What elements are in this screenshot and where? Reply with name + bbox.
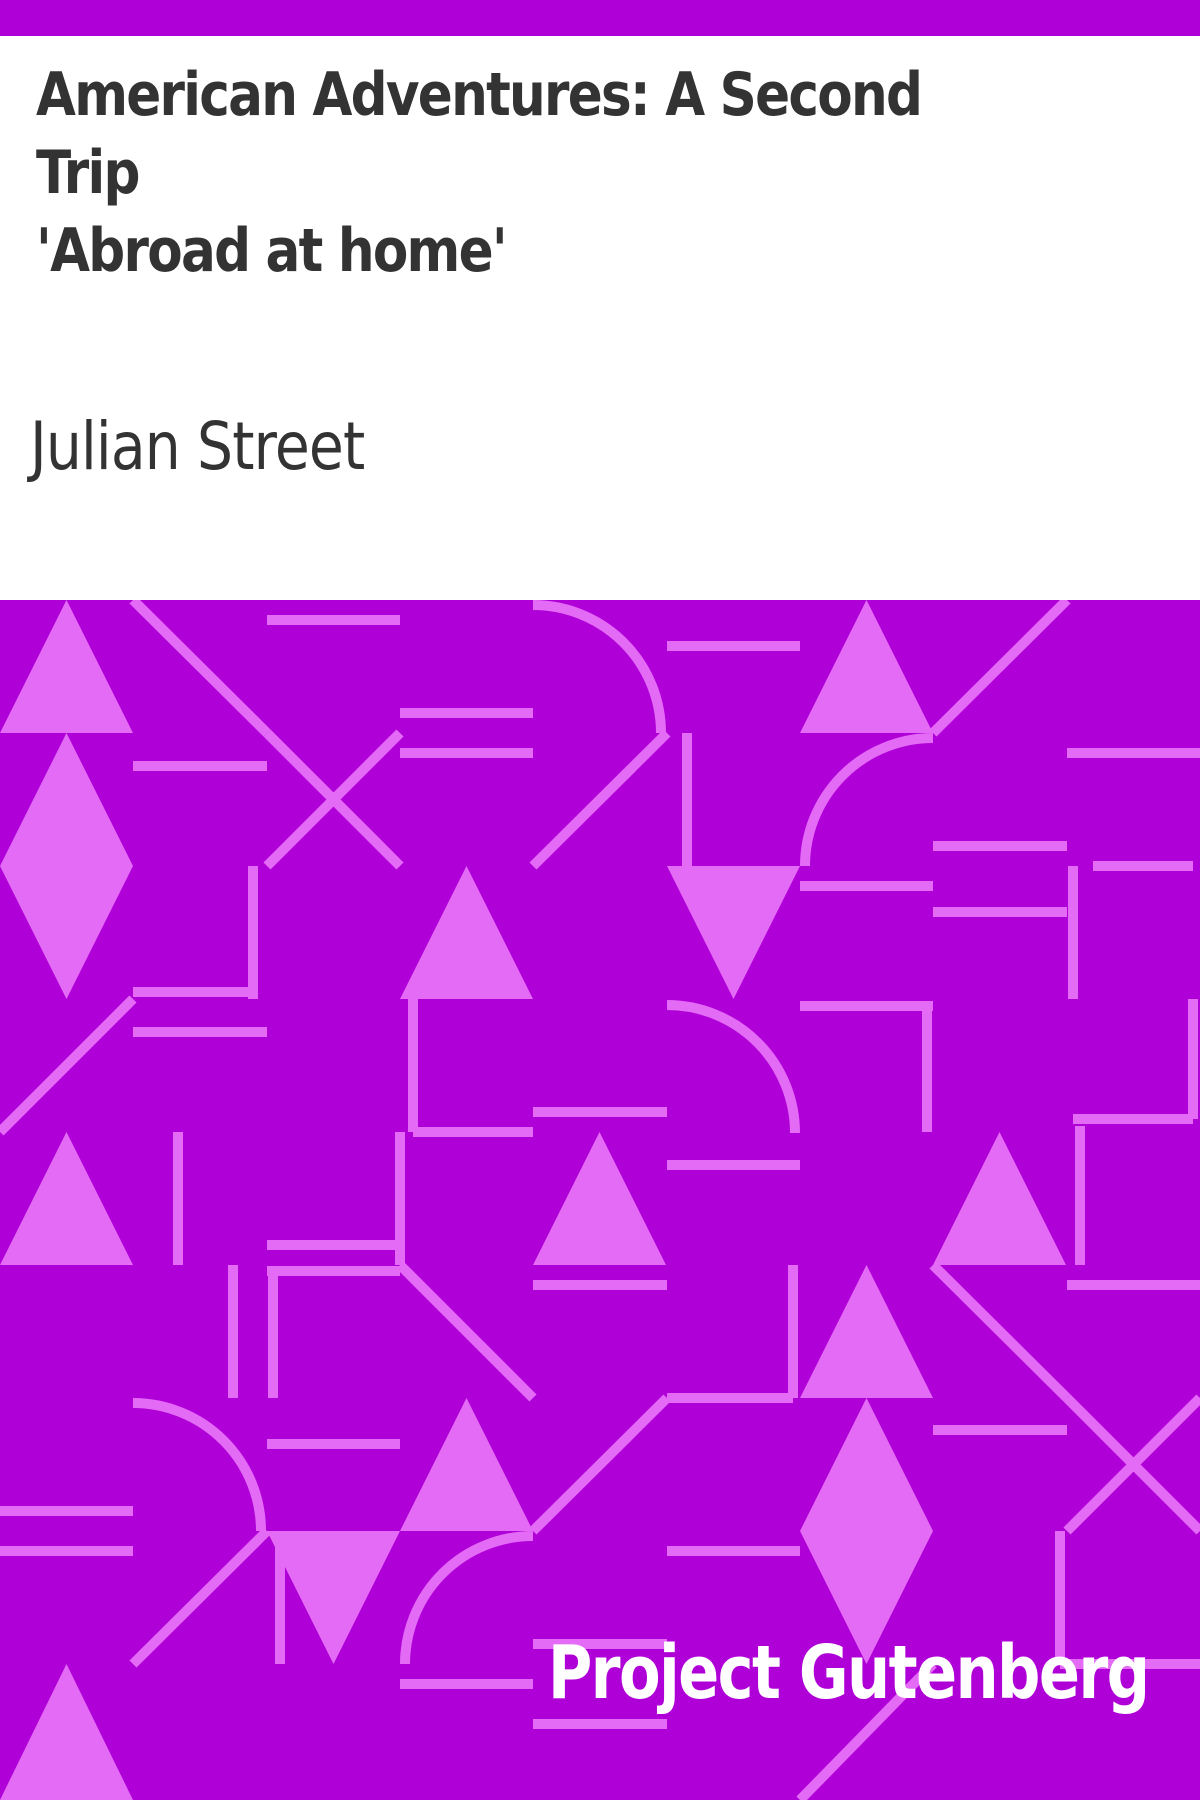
- publisher-name: Project Gutenberg: [547, 1630, 1149, 1716]
- top-color-bar: [0, 0, 1200, 36]
- book-title-line-2: 'Abroad at home': [36, 216, 508, 286]
- book-author: Julian Street: [30, 408, 365, 485]
- book-title: American Adventures: A Second Trip 'Abro…: [36, 56, 999, 290]
- book-title-line-1: American Adventures: A Second Trip: [36, 60, 923, 208]
- cover-pattern: [0, 600, 1200, 1800]
